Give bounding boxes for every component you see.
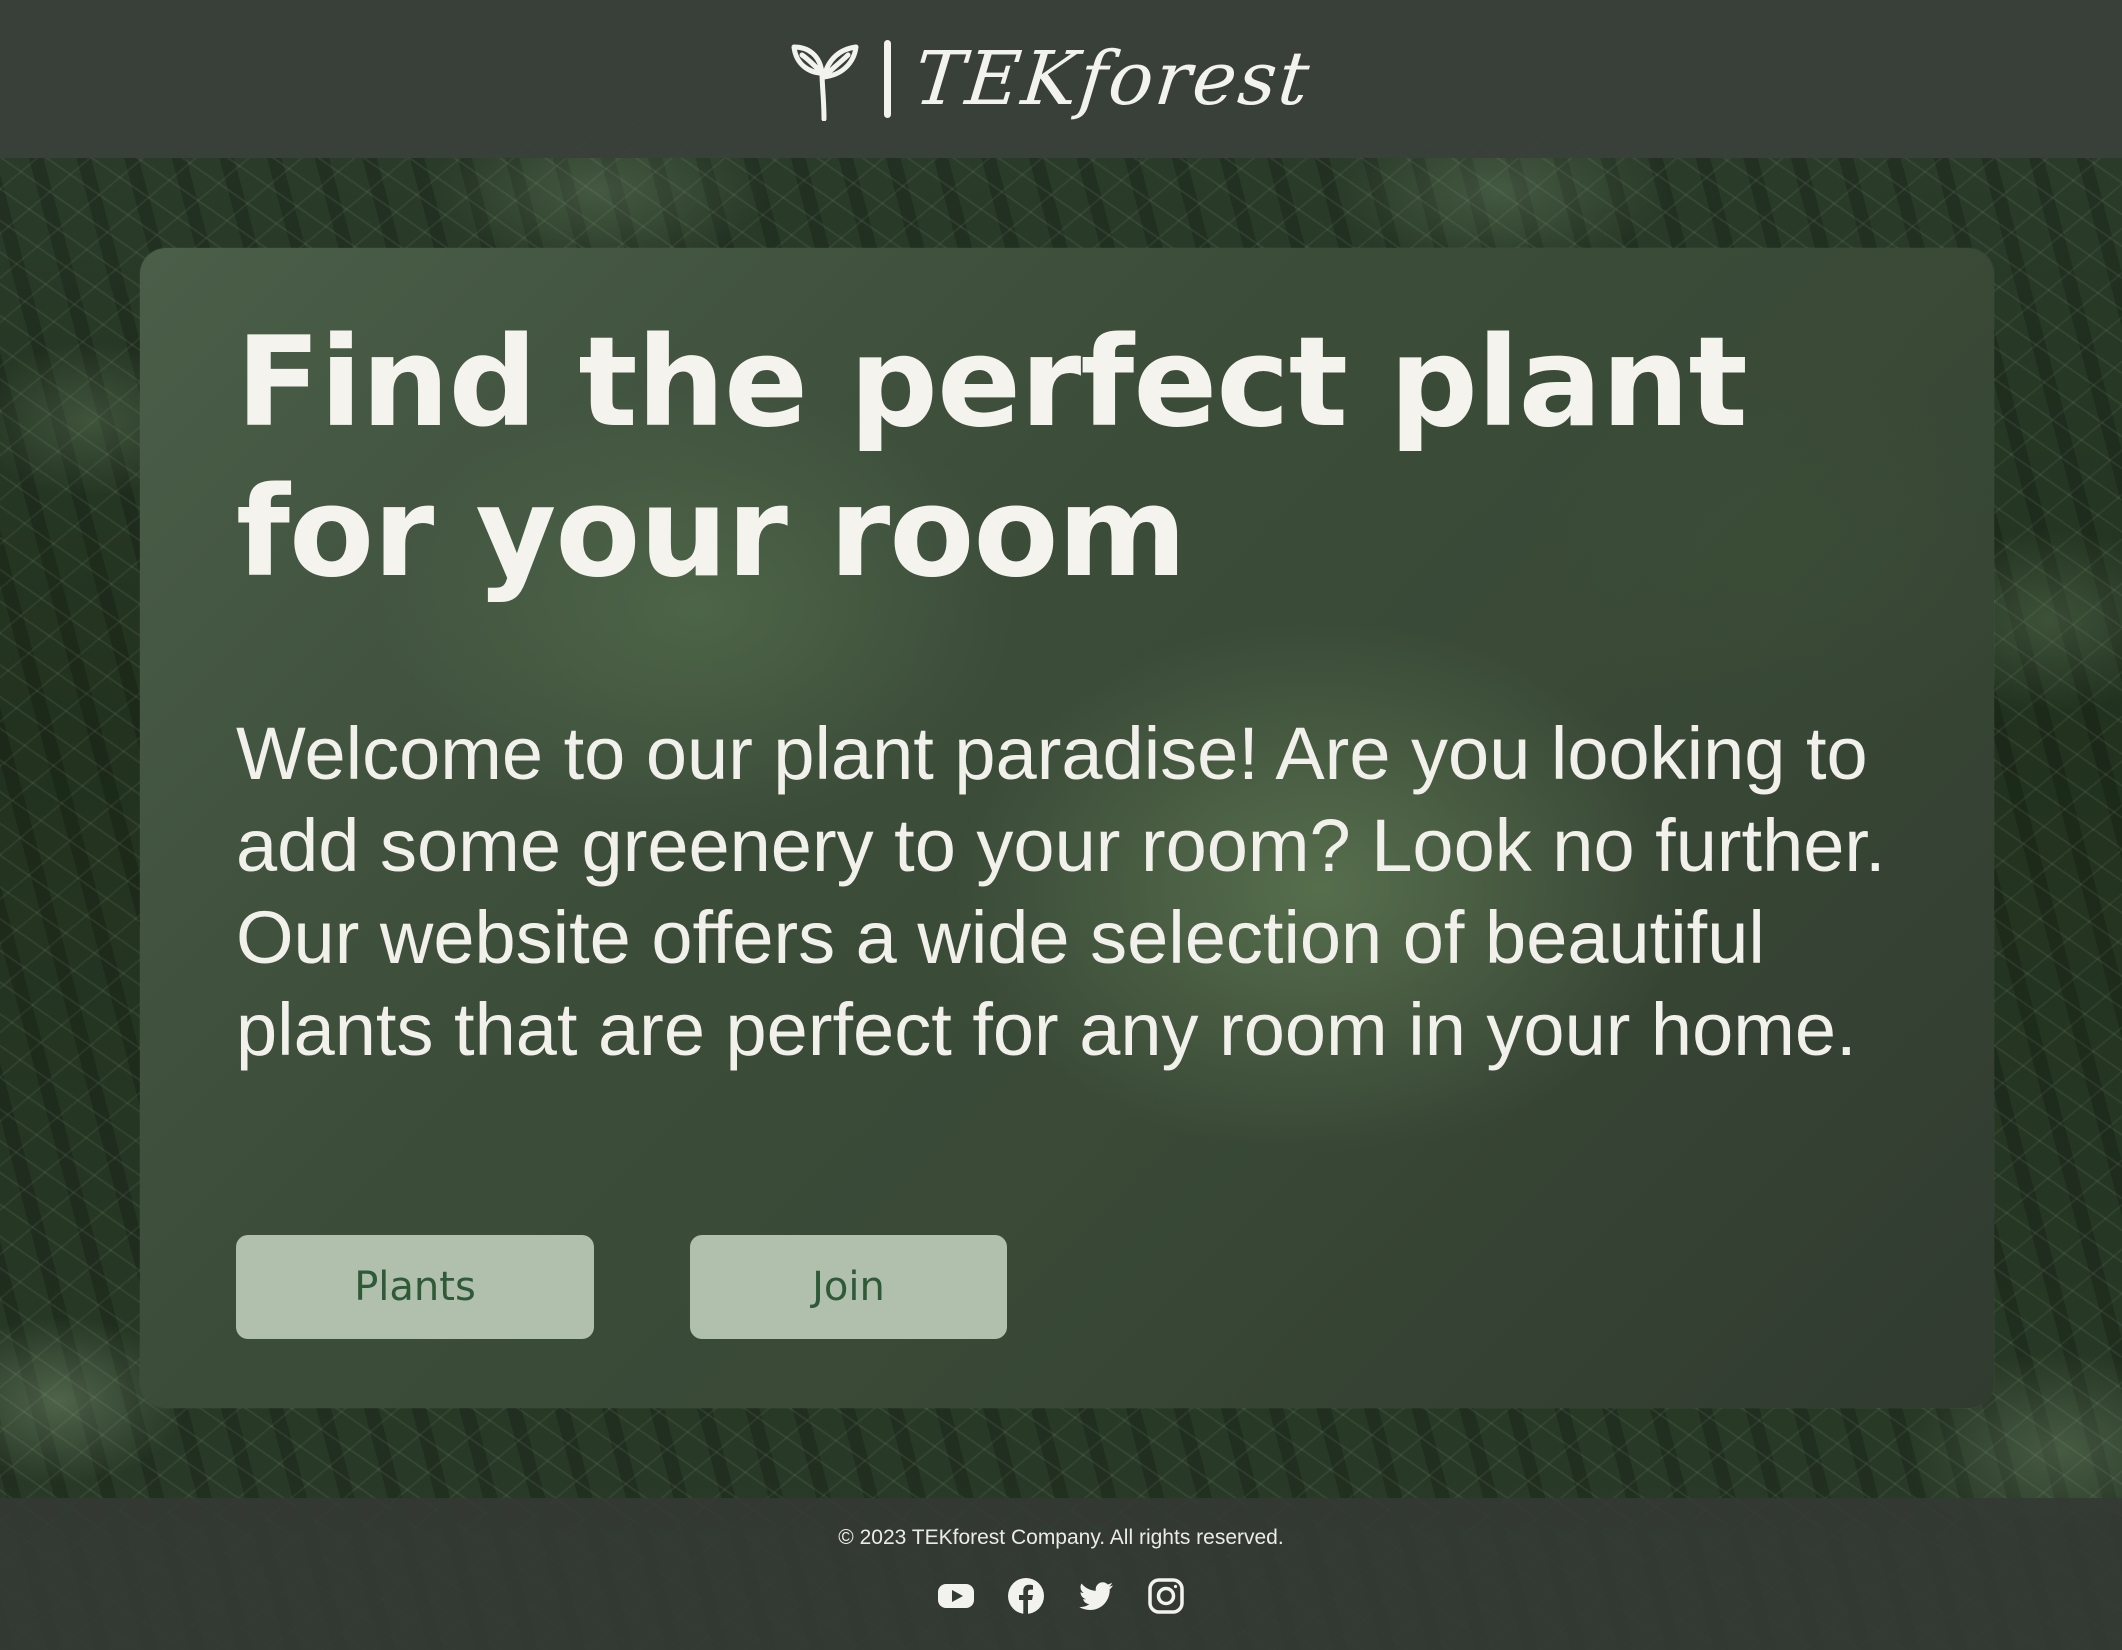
youtube-link[interactable] [936,1576,976,1616]
sprout-icon [791,44,859,121]
logo-text: TEKforest [910,36,1315,122]
plants-button[interactable]: Plants [236,1235,594,1339]
site-header: TEKforest [0,0,2122,158]
hero-card: Find the perfect plant for your room Wel… [140,248,1994,1408]
site-footer: © 2023 TEKforest Company. All rights res… [0,1498,2122,1650]
hero-description: Welcome to our plant paradise! Are you l… [236,712,1886,1071]
social-links [0,1576,2122,1616]
twitter-icon [1079,1582,1113,1610]
facebook-link[interactable] [1006,1576,1046,1616]
logo-divider [883,40,891,118]
join-button[interactable]: Join [690,1235,1007,1339]
instagram-icon [1148,1578,1184,1614]
logo[interactable]: TEKforest [788,36,1315,122]
copyright-text: © 2023 TEKforest Company. All rights res… [838,1526,1284,1549]
facebook-icon [1008,1578,1044,1614]
youtube-icon [938,1584,974,1608]
instagram-link[interactable] [1146,1576,1186,1616]
twitter-link[interactable] [1076,1576,1116,1616]
hero-title: Find the perfect plant for your room [236,311,1748,605]
